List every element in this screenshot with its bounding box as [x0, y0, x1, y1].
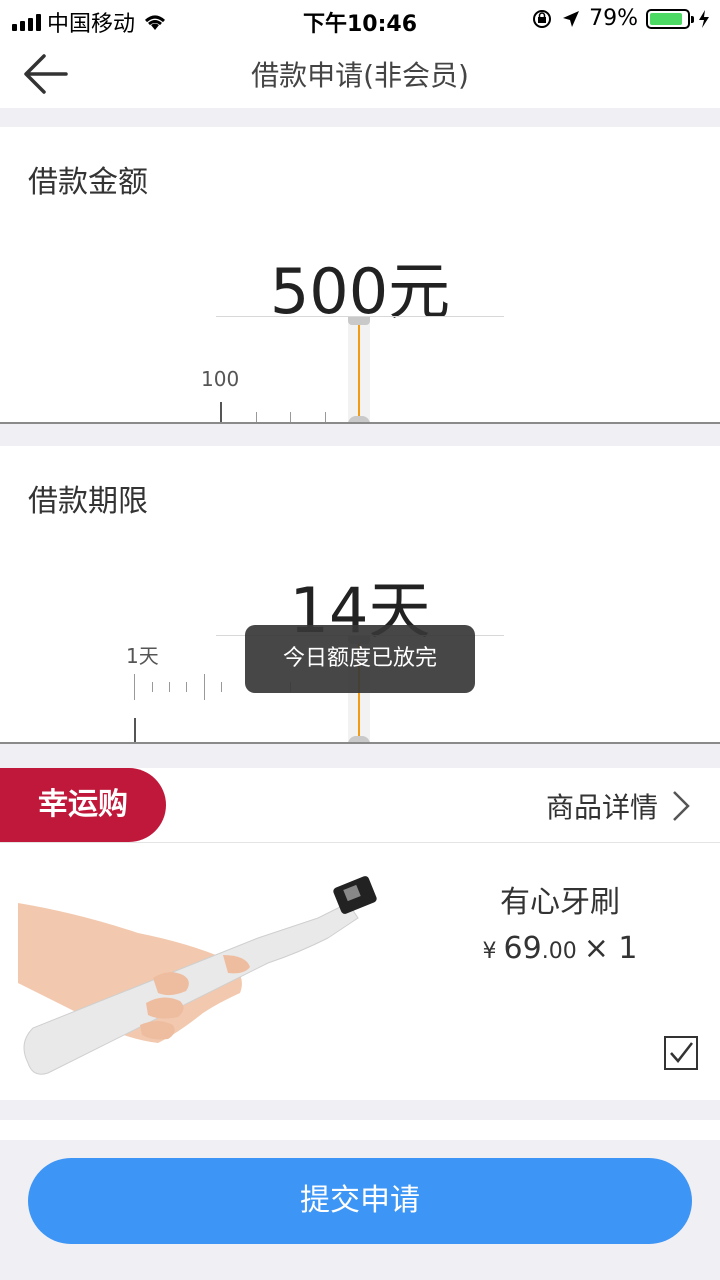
amount-pointer-cap: [348, 317, 370, 325]
term-ruler-base: [0, 742, 720, 744]
rotation-lock-icon: [533, 9, 552, 28]
toast-message: 今日额度已放完: [245, 625, 475, 693]
chevron-right-icon: [673, 791, 690, 821]
product-quantity: × 1: [583, 931, 638, 966]
amount-ruler-base: [0, 422, 720, 424]
lucky-buy-header: 幸运购 商品详情: [0, 768, 720, 843]
term-tick-label: 1天: [126, 644, 159, 668]
submit-button[interactable]: 提交申请: [28, 1158, 692, 1244]
amount-tick-label: 100: [201, 367, 240, 391]
ruler-tick: [220, 402, 222, 422]
ruler-tick: [169, 682, 170, 692]
product-price: ¥ 69.00 × 1: [420, 931, 700, 966]
page-title: 借款申请(非会员): [251, 59, 469, 92]
ruler-tick: [152, 682, 153, 692]
product-row: 有心牙刷 ¥ 69.00 × 1: [0, 843, 720, 1100]
battery-percent: 79%: [589, 6, 638, 31]
product-detail-link[interactable]: 商品详情: [546, 786, 690, 826]
product-image: [18, 863, 383, 1083]
lucky-buy-badge: 幸运购: [0, 768, 166, 842]
ruler-tick: [290, 412, 291, 422]
amount-label: 借款金额: [28, 165, 148, 200]
nav-bar: 借款申请(非会员): [0, 40, 720, 108]
term-label: 借款期限: [28, 484, 148, 519]
battery-icon: [646, 8, 694, 29]
product-name: 有心牙刷: [500, 885, 620, 920]
battery-fill: [650, 12, 682, 25]
product-checkbox[interactable]: [664, 1036, 698, 1070]
ruler-tick: [221, 682, 222, 692]
ruler-tick: [134, 674, 135, 700]
checkmark-icon: [670, 1042, 693, 1063]
charging-icon: [699, 9, 709, 28]
price-decimal: .00: [541, 939, 577, 964]
status-right: 79%: [531, 6, 710, 31]
ruler-tick: [186, 682, 187, 692]
amount-card: 借款金额 500元 100: [0, 127, 720, 424]
spacer-strip: [0, 1120, 720, 1140]
status-bar: 中国移动 下午10:46 79%: [0, 0, 720, 40]
term-card: 借款期限 14天 1天: [0, 446, 720, 744]
price-main: 69: [503, 931, 542, 966]
ruler-tick: [134, 718, 136, 742]
ruler-tick: [325, 412, 326, 422]
product-detail-label: 商品详情: [545, 791, 658, 824]
ruler-tick: [256, 412, 257, 422]
ruler-tick: [204, 674, 205, 700]
price-currency: ¥: [482, 939, 497, 964]
location-icon: [563, 10, 580, 27]
amount-pointer[interactable]: [358, 325, 360, 422]
